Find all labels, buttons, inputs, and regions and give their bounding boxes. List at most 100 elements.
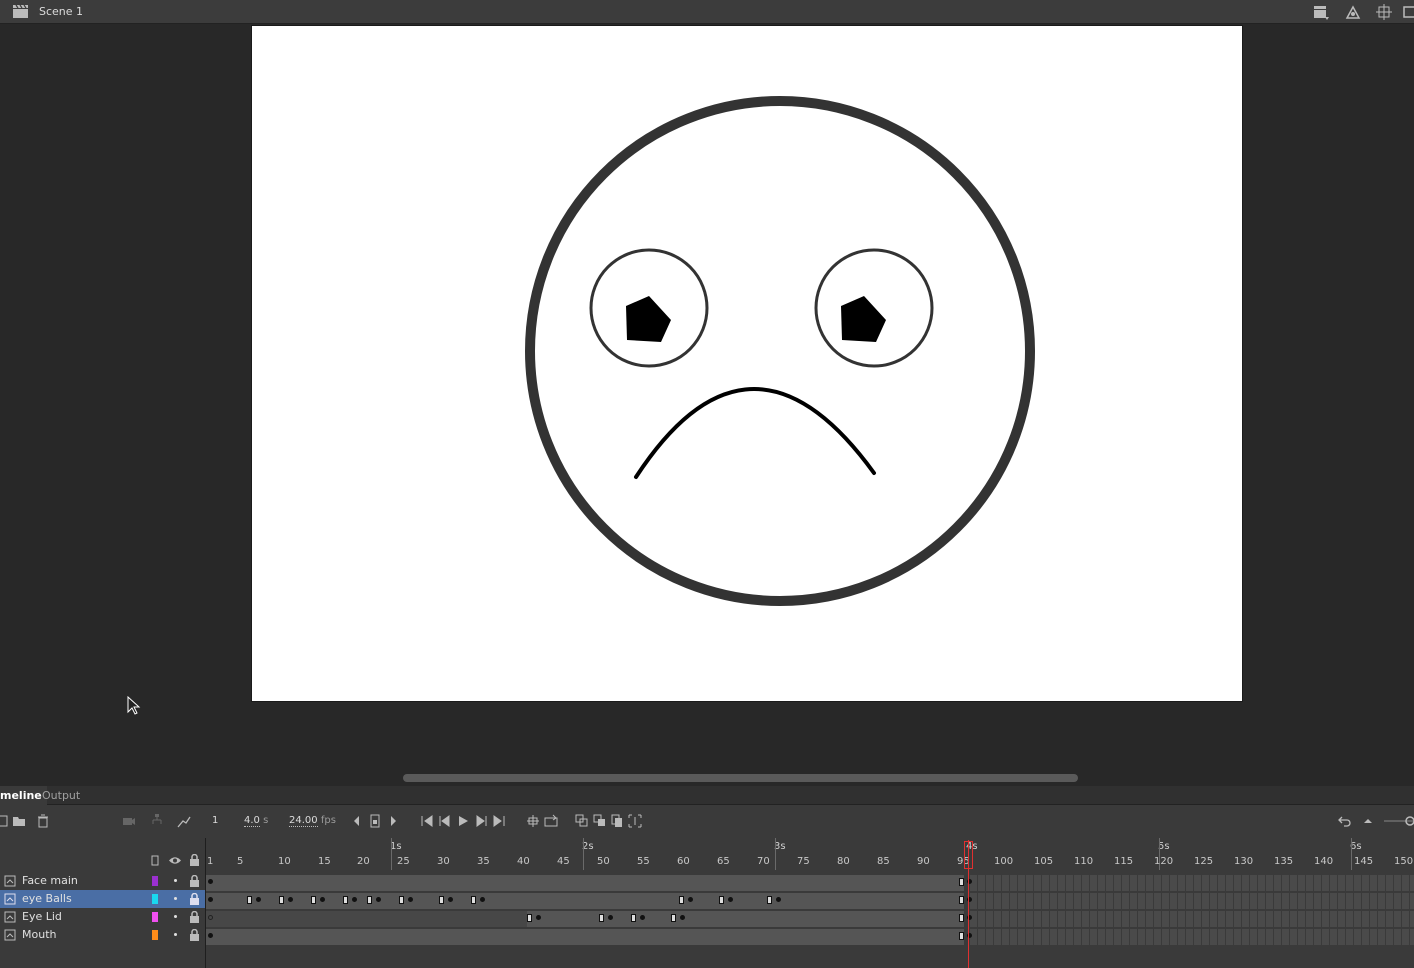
lock-icon[interactable] bbox=[189, 911, 200, 923]
keyframe[interactable] bbox=[640, 915, 645, 920]
end-frame[interactable] bbox=[671, 914, 676, 922]
step-back-icon[interactable] bbox=[438, 814, 452, 828]
end-frame[interactable] bbox=[527, 914, 532, 922]
step-forward-icon[interactable] bbox=[474, 814, 488, 828]
frames-eye-lid[interactable] bbox=[206, 910, 1414, 928]
stage-canvas[interactable] bbox=[251, 25, 1243, 702]
lock-icon[interactable] bbox=[189, 929, 200, 941]
keyframe[interactable] bbox=[208, 897, 213, 902]
tab-output[interactable]: Output bbox=[37, 786, 85, 805]
end-frame[interactable] bbox=[959, 932, 964, 940]
play-icon[interactable] bbox=[456, 814, 470, 828]
undo-icon[interactable] bbox=[1338, 814, 1352, 828]
visibility-dot[interactable] bbox=[174, 915, 177, 918]
end-frame[interactable] bbox=[959, 896, 964, 904]
lock-icon[interactable] bbox=[189, 893, 200, 905]
horizontal-scrollbar[interactable] bbox=[0, 772, 1414, 784]
end-frame[interactable] bbox=[247, 896, 252, 904]
keyframe[interactable] bbox=[536, 915, 541, 920]
pasteboard[interactable] bbox=[0, 25, 1414, 785]
graph-icon[interactable] bbox=[177, 814, 191, 828]
lock-all-icon[interactable] bbox=[189, 854, 200, 866]
keyframe[interactable] bbox=[320, 897, 325, 902]
delete-trash-icon[interactable] bbox=[36, 814, 50, 828]
frame-ruler[interactable]: 1s 2s 3s 4s 5s 6s 1 5 10 15 20 25 30 35 … bbox=[206, 838, 1414, 871]
new-layer-icon[interactable] bbox=[0, 814, 8, 828]
layer-eye-balls[interactable]: eye Balls bbox=[0, 890, 205, 908]
keyframe[interactable] bbox=[208, 879, 213, 884]
keyframe[interactable] bbox=[448, 897, 453, 902]
visibility-dot[interactable] bbox=[174, 897, 177, 900]
sad-face-drawing[interactable] bbox=[252, 26, 1244, 703]
onion-skin-icon[interactable] bbox=[575, 814, 589, 828]
elapsed-value[interactable]: 4.0 bbox=[244, 815, 260, 827]
end-frame[interactable] bbox=[767, 896, 772, 904]
end-frame[interactable] bbox=[279, 896, 284, 904]
lock-icon[interactable] bbox=[189, 875, 200, 887]
keyframe[interactable] bbox=[376, 897, 381, 902]
go-to-last-icon[interactable] bbox=[492, 814, 506, 828]
scrollbar-thumb[interactable] bbox=[403, 774, 1078, 782]
end-frame[interactable] bbox=[367, 896, 372, 904]
center-stage-icon[interactable] bbox=[1376, 4, 1392, 20]
loop-icon[interactable] bbox=[544, 814, 558, 828]
layer-color-swatch[interactable] bbox=[152, 912, 158, 922]
layer-color-swatch[interactable] bbox=[152, 876, 158, 886]
layer-color-swatch[interactable] bbox=[152, 930, 158, 940]
end-frame[interactable] bbox=[679, 896, 684, 904]
previous-keyframe-icon[interactable] bbox=[350, 814, 364, 828]
keyframe[interactable] bbox=[256, 897, 261, 902]
end-frame[interactable] bbox=[471, 896, 476, 904]
visibility-dot[interactable] bbox=[174, 933, 177, 936]
new-folder-icon[interactable] bbox=[12, 814, 26, 828]
frames-face-main[interactable] bbox=[206, 874, 1414, 892]
layer-mouth[interactable]: Mouth bbox=[0, 926, 205, 944]
keyframe[interactable] bbox=[680, 915, 685, 920]
camera-icon[interactable] bbox=[122, 814, 136, 828]
layer-face-main[interactable]: Face main bbox=[0, 872, 205, 890]
go-to-first-icon[interactable] bbox=[420, 814, 434, 828]
keyframe[interactable] bbox=[608, 915, 613, 920]
visibility-dot[interactable] bbox=[174, 879, 177, 882]
keyframe[interactable] bbox=[728, 897, 733, 902]
current-frame[interactable]: 1 bbox=[212, 815, 218, 826]
edit-symbols-icon[interactable] bbox=[1345, 4, 1361, 20]
keyframe[interactable] bbox=[776, 897, 781, 902]
layer-color-swatch[interactable] bbox=[152, 894, 158, 904]
frames-eye-balls[interactable] bbox=[206, 892, 1414, 910]
layer-eye-lid[interactable]: Eye Lid bbox=[0, 908, 205, 926]
end-frame[interactable] bbox=[959, 878, 964, 886]
keyframe[interactable] bbox=[208, 933, 213, 938]
clip-content-icon[interactable] bbox=[1402, 4, 1414, 20]
keyframe[interactable] bbox=[408, 897, 413, 902]
edit-multiple-frames-icon[interactable] bbox=[610, 814, 624, 828]
end-frame[interactable] bbox=[719, 896, 724, 904]
end-frame[interactable] bbox=[631, 914, 636, 922]
fps-value[interactable]: 24.00 bbox=[289, 815, 318, 827]
end-frame[interactable] bbox=[439, 896, 444, 904]
modify-markers-icon[interactable] bbox=[628, 814, 642, 828]
end-frame[interactable] bbox=[959, 914, 964, 922]
empty-keyframe[interactable] bbox=[208, 915, 213, 920]
layer-parenting-icon[interactable] bbox=[150, 814, 164, 828]
eye-visibility-icon[interactable] bbox=[168, 856, 182, 865]
center-frame-icon[interactable] bbox=[526, 814, 540, 828]
outline-toggle-icon[interactable] bbox=[151, 855, 159, 866]
next-keyframe-icon[interactable] bbox=[386, 814, 400, 828]
keyframe[interactable] bbox=[288, 897, 293, 902]
keyframe[interactable] bbox=[352, 897, 357, 902]
keyframe[interactable] bbox=[480, 897, 485, 902]
onion-skin-outlines-icon[interactable] bbox=[593, 814, 607, 828]
keyframe[interactable] bbox=[688, 897, 693, 902]
insert-keyframe-icon[interactable] bbox=[368, 814, 382, 828]
end-frame[interactable] bbox=[343, 896, 348, 904]
playhead[interactable] bbox=[968, 840, 969, 968]
frame-grid[interactable] bbox=[206, 874, 1414, 946]
edit-scene-icon[interactable] bbox=[1313, 4, 1329, 20]
end-frame[interactable] bbox=[311, 896, 316, 904]
end-frame[interactable] bbox=[599, 914, 604, 922]
collapse-panel-icon[interactable] bbox=[1361, 814, 1375, 828]
frames-mouth[interactable] bbox=[206, 928, 1414, 946]
zoom-slider-icon[interactable] bbox=[1384, 814, 1414, 828]
end-frame[interactable] bbox=[399, 896, 404, 904]
